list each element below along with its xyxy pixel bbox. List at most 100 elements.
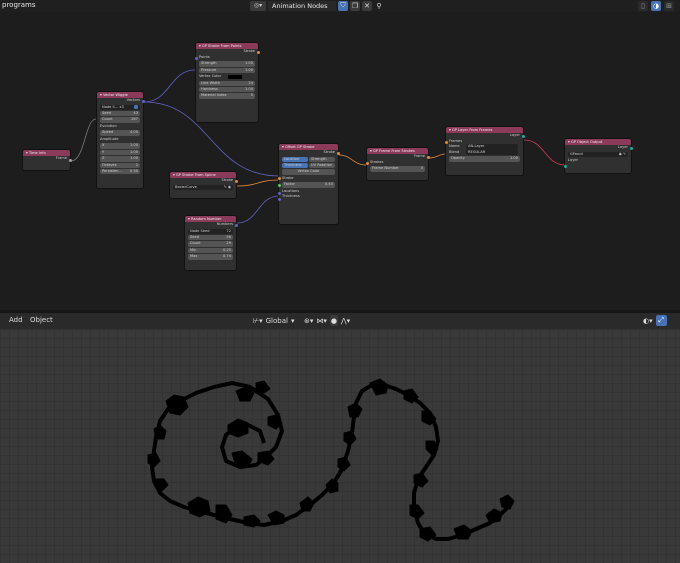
input-socket-points[interactable] <box>194 57 198 60</box>
uv-rotation-toggle[interactable]: UV Rotation <box>309 162 335 169</box>
input-socket-layer[interactable] <box>563 165 567 168</box>
input-socket-factor[interactable] <box>277 184 281 187</box>
layer-name-field[interactable]: AN-Layer <box>466 144 518 150</box>
output-socket[interactable] <box>426 156 430 159</box>
output-socket[interactable] <box>234 224 238 227</box>
node-tree-type-icon[interactable]: ◎▾ <box>250 0 266 11</box>
snap-icon[interactable]: ⋈▾ <box>316 317 327 325</box>
count-field[interactable]: Count 267 <box>100 117 140 123</box>
speed-field[interactable]: Speed 4.00 <box>100 130 140 136</box>
socket-label-vectors: Vectors <box>126 98 140 102</box>
output-socket[interactable] <box>629 147 633 150</box>
strength-field[interactable]: Strength 1.00 <box>199 61 255 67</box>
opacity-field[interactable]: Opacity 1.00 <box>449 156 520 162</box>
seed-field[interactable]: Seed 56 <box>188 234 233 241</box>
offset-mode-buttons-2: Thickness UV Rotation <box>282 162 335 169</box>
gizmo-toggle-icon[interactable]: ⤢ <box>655 315 667 326</box>
node-gp-stroke-from-spline[interactable]: GP Stroke From Spline Stroke BezierCurve… <box>170 172 238 198</box>
node-offset-gp-stroke[interactable]: Offset GP Stroke Stroke Location Strengt… <box>277 144 340 224</box>
editor-title: programs <box>2 1 36 9</box>
node-vector-wiggle[interactable]: Vector Wiggle Vectors Node S... x3 Seed4… <box>97 92 145 188</box>
node-tree-name-field[interactable]: Animation Nodes <box>268 0 336 11</box>
location-toggle[interactable]: Location <box>282 156 308 162</box>
orientation-label: Global <box>265 316 288 325</box>
node-time-info[interactable]: Time Info Frame <box>23 150 72 170</box>
output-socket[interactable] <box>336 152 340 155</box>
x-field[interactable]: X 1.00 <box>100 143 140 149</box>
snap-icon[interactable]: ⊞ <box>664 1 674 11</box>
socket-label-stroke-out: Stroke <box>323 150 335 154</box>
section-evolution: Evolution <box>100 123 117 128</box>
pivot-icon[interactable]: ⊛▾ <box>304 317 313 325</box>
offset-mode-buttons: Location Strength <box>282 156 335 162</box>
header-right-icons: ▯ ◑ ⊞ <box>638 1 674 11</box>
min-field[interactable]: Min 0.25 <box>188 247 233 254</box>
viewport-header: Add Object ⊬▾ Global ▾ ⊛▾ ⋈▾ ● ⋀▾ ◐▾ ⤢ <box>0 313 680 329</box>
node-gp-object-output[interactable]: GP Object Output Layer GPencil◉ ✎ Layer <box>563 139 633 173</box>
vertex-color-toggle[interactable]: Vertex Color <box>282 169 335 175</box>
output-socket[interactable] <box>234 180 238 183</box>
node-random-number[interactable]: Random Number Numbers Node Seed72 Seed56… <box>185 216 238 270</box>
node-gp-layer-from-frames[interactable]: GP Layer From Frames Layer Frames NameAN… <box>444 127 525 175</box>
orientation-icon: ⊬▾ <box>253 316 263 325</box>
strength-toggle[interactable]: Strength <box>309 156 335 162</box>
vertex-color-row[interactable]: Vertex Color <box>196 74 258 80</box>
material-index-field[interactable]: Material Index 0 <box>199 93 255 99</box>
socket-label-layer-out: Layer <box>617 145 628 149</box>
y-field[interactable]: Y 1.00 <box>100 149 140 156</box>
z-field[interactable]: Z 1.00 <box>100 156 140 162</box>
node-tree-selector[interactable]: ◎▾ Animation Nodes ⛉ ❐ ✕ ⚲ <box>250 0 384 11</box>
grease-pencil-strokes <box>147 378 515 542</box>
duplicate-icon[interactable]: ❐ <box>350 0 360 11</box>
input-socket-thickness[interactable] <box>277 198 281 201</box>
node-gp-frame-from-strokes[interactable]: GP Frame From Strokes Frame Strokes Fram… <box>365 148 430 180</box>
visibility-icon[interactable]: ◐▾ <box>643 317 653 325</box>
node-editor-header: programs ◎▾ Animation Nodes ⛉ ❐ ✕ ⚲ ▯ ◑ … <box>0 0 680 12</box>
fake-user-shield-icon[interactable]: ⛉ <box>338 0 348 11</box>
count-field[interactable]: Count 29 <box>188 241 233 247</box>
3d-viewport[interactable] <box>0 329 680 563</box>
octaves-field[interactable]: Octaves 2 <box>100 162 140 168</box>
frame-number-field[interactable]: Frame Number 0 <box>370 166 425 172</box>
curve-object-field[interactable]: BezierCurve ✎ ◉ <box>173 184 233 190</box>
socket-label-stroke-in: Stroke <box>282 175 294 180</box>
node-gp-stroke-from-points[interactable]: GP Stroke From Points Stroke Points Stre… <box>194 43 260 122</box>
add-menu[interactable]: Add <box>9 316 23 324</box>
hardness-field[interactable]: Hardness 1.00 <box>199 86 255 93</box>
pin-icon[interactable]: ⚲ <box>374 1 384 11</box>
viewport-right-icons: ◐▾ ⤢ <box>643 315 667 326</box>
socket-label-frame: Frame <box>55 156 67 160</box>
pressure-field[interactable]: Pressure 1.00 <box>199 67 255 73</box>
sidebar-toggle-icon[interactable]: ▯ <box>638 1 648 11</box>
node-seed-field[interactable]: Node S... x3 <box>100 104 140 110</box>
color-swatch[interactable] <box>228 74 242 79</box>
max-field[interactable]: Max 0.74 <box>188 254 233 260</box>
object-menu[interactable]: Object <box>30 316 53 324</box>
thickness-toggle[interactable]: Thickness <box>282 162 308 169</box>
node-editor-canvas[interactable]: Time Info Frame Vector Wiggle Vectors No… <box>0 12 680 310</box>
output-socket[interactable] <box>141 100 145 103</box>
close-icon[interactable]: ✕ <box>362 0 372 11</box>
input-socket-strokes[interactable] <box>365 162 369 165</box>
stroke-spiral <box>147 378 515 542</box>
factor-field[interactable]: Factor 0.45 <box>282 182 335 188</box>
output-socket[interactable] <box>256 51 260 54</box>
socket-label-stroke: Stroke <box>221 178 233 182</box>
persistence-field[interactable]: Persisten... 0.30 <box>100 168 140 175</box>
socket-label-numbers: Numbers <box>216 222 233 226</box>
line-width-field[interactable]: Line Width 24 <box>199 80 255 86</box>
output-socket[interactable] <box>68 159 72 162</box>
seed-field[interactable]: Seed 43 <box>100 110 140 117</box>
node-seed-field[interactable]: Node Seed 72 <box>188 228 233 234</box>
overlay-icon[interactable]: ◑ <box>651 1 661 11</box>
input-socket-stroke[interactable] <box>277 177 281 180</box>
falloff-icon[interactable]: ⋀▾ <box>341 317 350 325</box>
proportional-edit-icon[interactable]: ● <box>329 315 338 326</box>
socket-label-layer-in: Layer <box>568 157 579 162</box>
blend-row[interactable]: Blend REGULAR <box>446 149 523 156</box>
transform-orientation[interactable]: ⊬▾ Global ▾ <box>253 315 294 326</box>
socket-label-points: Points <box>199 54 210 59</box>
object-field[interactable]: GPencil ◉ ✎ <box>568 151 628 157</box>
output-socket[interactable] <box>521 135 525 138</box>
blend-mode-field[interactable]: REGULAR <box>466 149 518 156</box>
